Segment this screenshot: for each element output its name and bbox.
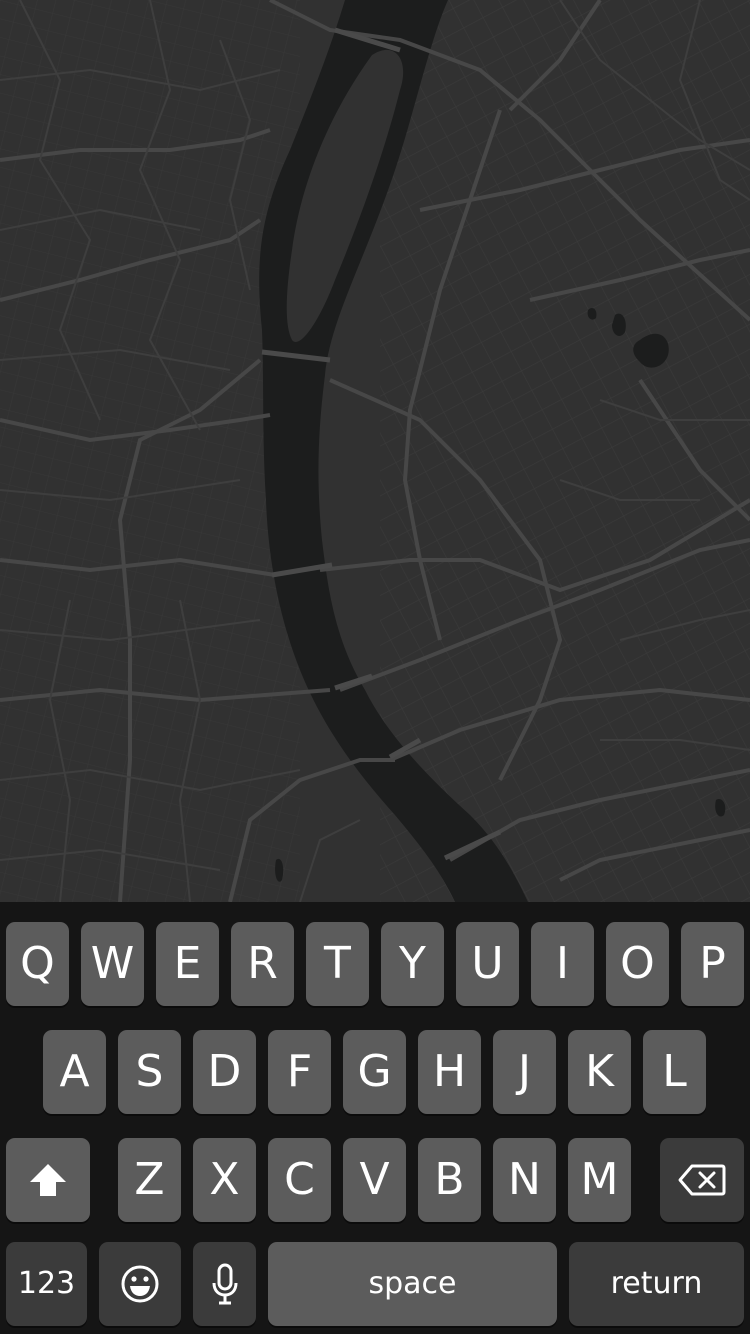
key-l[interactable]: L — [643, 1030, 706, 1114]
key-label: R — [247, 938, 278, 989]
key-label: N — [508, 1154, 541, 1205]
key-label: space — [368, 1266, 457, 1301]
key-e[interactable]: E — [156, 922, 219, 1006]
key-label: Y — [399, 938, 426, 989]
key-w[interactable]: W — [81, 922, 144, 1006]
key-label: H — [432, 1046, 467, 1097]
key-label: X — [209, 1154, 240, 1205]
key-label: G — [357, 1046, 392, 1097]
delete-key[interactable] — [660, 1138, 744, 1222]
key-u[interactable]: U — [456, 922, 519, 1006]
key-a[interactable]: A — [43, 1030, 106, 1114]
key-label: L — [662, 1046, 687, 1097]
key-z[interactable]: Z — [118, 1138, 181, 1222]
key-label: E — [173, 938, 202, 989]
key-j[interactable]: J — [493, 1030, 556, 1114]
emoji-key[interactable] — [99, 1242, 181, 1326]
key-label: C — [284, 1154, 315, 1205]
key-label: B — [434, 1154, 465, 1205]
key-o[interactable]: O — [606, 922, 669, 1006]
key-label: P — [699, 938, 726, 989]
key-p[interactable]: P — [681, 922, 744, 1006]
map-canvas[interactable] — [0, 0, 750, 902]
space-key[interactable]: space — [268, 1242, 557, 1326]
key-t[interactable]: T — [306, 922, 369, 1006]
key-q[interactable]: Q — [6, 922, 69, 1006]
key-label: U — [471, 938, 504, 989]
key-label: O — [620, 938, 655, 989]
shift-arrow-icon — [28, 1162, 68, 1198]
key-label: T — [324, 938, 351, 989]
key-k[interactable]: K — [568, 1030, 631, 1114]
key-label: M — [580, 1154, 619, 1205]
key-m[interactable]: M — [568, 1138, 631, 1222]
key-n[interactable]: N — [493, 1138, 556, 1222]
key-i[interactable]: I — [531, 922, 594, 1006]
dictation-key[interactable] — [193, 1242, 256, 1326]
key-f[interactable]: F — [268, 1030, 331, 1114]
key-h[interactable]: H — [418, 1030, 481, 1114]
map-view[interactable] — [0, 0, 750, 902]
key-label: D — [207, 1046, 242, 1097]
key-x[interactable]: X — [193, 1138, 256, 1222]
key-label: F — [286, 1046, 313, 1097]
emoji-smiley-icon — [120, 1264, 160, 1304]
backspace-icon — [678, 1164, 726, 1196]
key-r[interactable]: R — [231, 922, 294, 1006]
return-key[interactable]: return — [569, 1242, 744, 1326]
key-s[interactable]: S — [118, 1030, 181, 1114]
key-label: K — [585, 1046, 614, 1097]
screen: Q W E R T Y U I O P A S D F G H J K L Z … — [0, 0, 750, 1334]
key-label: Z — [134, 1154, 165, 1205]
software-keyboard: Q W E R T Y U I O P A S D F G H J K L Z … — [0, 902, 750, 1334]
key-b[interactable]: B — [418, 1138, 481, 1222]
shift-key[interactable] — [6, 1138, 90, 1222]
microphone-icon — [211, 1263, 239, 1305]
key-label: A — [59, 1046, 90, 1097]
key-label: V — [359, 1154, 390, 1205]
key-label: W — [90, 938, 135, 989]
key-d[interactable]: D — [193, 1030, 256, 1114]
key-label: I — [556, 938, 569, 989]
key-g[interactable]: G — [343, 1030, 406, 1114]
key-label: J — [518, 1046, 531, 1097]
key-v[interactable]: V — [343, 1138, 406, 1222]
key-c[interactable]: C — [268, 1138, 331, 1222]
key-label: S — [135, 1046, 164, 1097]
key-label: return — [610, 1266, 703, 1301]
key-label: 123 — [17, 1266, 76, 1301]
key-label: Q — [20, 938, 55, 989]
numbers-key[interactable]: 123 — [6, 1242, 87, 1326]
key-y[interactable]: Y — [381, 922, 444, 1006]
